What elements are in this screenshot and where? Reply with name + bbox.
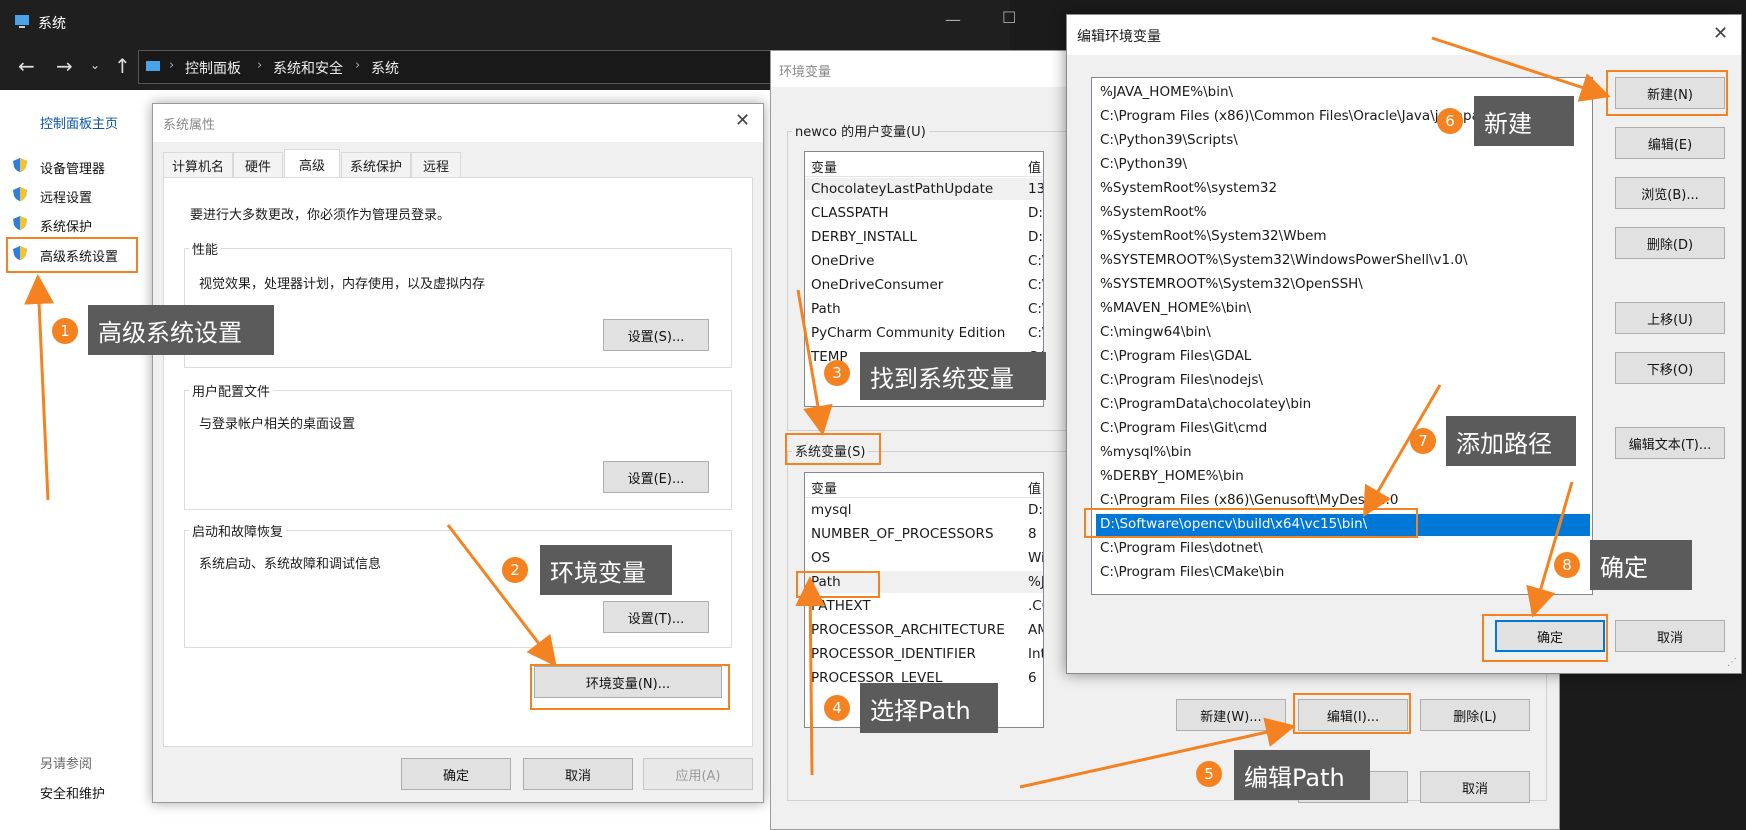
callout-label: 选择Path xyxy=(860,683,998,733)
arrow-1 xyxy=(24,274,55,501)
callout-number: 8 xyxy=(1554,552,1580,578)
callout-label: 添加路径 xyxy=(1446,416,1576,466)
arrow-6 xyxy=(1431,36,1611,102)
callout-label: 编辑Path xyxy=(1234,750,1370,800)
arrow-8 xyxy=(1526,481,1574,618)
callout-label: 环境变量 xyxy=(540,545,672,595)
arrow-3 xyxy=(796,289,833,436)
callout-number: 1 xyxy=(52,318,78,344)
callout-number: 6 xyxy=(1437,108,1463,134)
callout-number: 3 xyxy=(824,360,850,386)
callout-label: 确定 xyxy=(1590,540,1692,590)
arrow-4 xyxy=(795,576,826,776)
callout-number: 7 xyxy=(1410,428,1436,454)
arrow-2 xyxy=(446,524,557,667)
callout-number: 4 xyxy=(824,695,850,721)
callout-label: 找到系统变量 xyxy=(860,352,1046,400)
callout-number: 5 xyxy=(1196,761,1222,787)
callout-label: 新建 xyxy=(1474,96,1574,146)
callout-label: 高级系统设置 xyxy=(88,305,274,355)
callout-number: 2 xyxy=(502,557,528,583)
